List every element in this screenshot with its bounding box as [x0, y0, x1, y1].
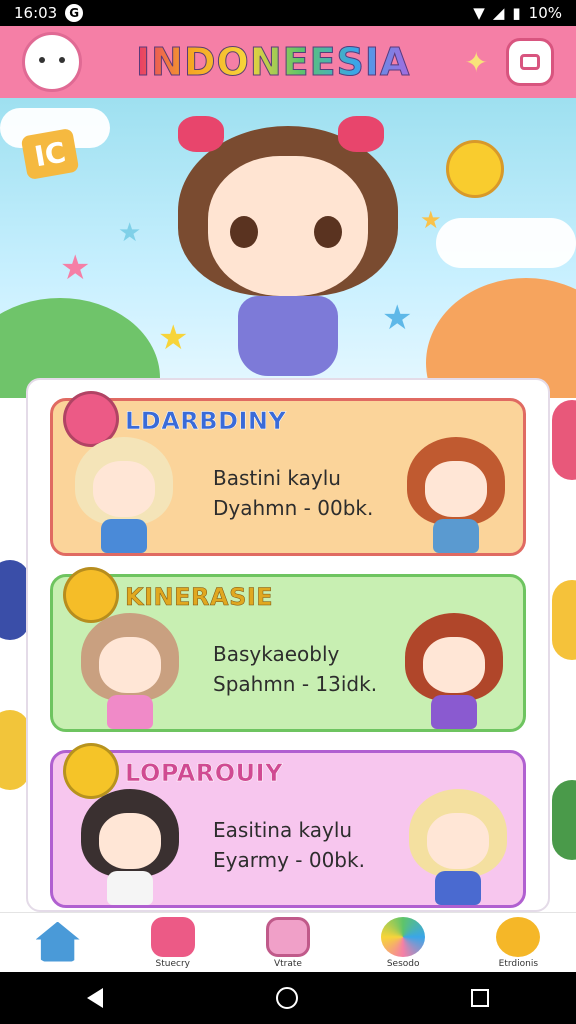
star-icon: ★	[420, 206, 442, 234]
ribbon-icon	[150, 916, 195, 957]
nav-home[interactable]	[8, 921, 108, 964]
status-time: 16:03	[14, 4, 58, 22]
header-actions: ✦	[465, 38, 554, 86]
avatar-clothes	[433, 519, 479, 553]
star-icon: ★	[60, 248, 91, 288]
cloud-icon	[436, 218, 576, 268]
app-title: INDONEESIA	[136, 40, 411, 85]
nav-label: Sesodo	[386, 958, 420, 969]
mascot-eye	[230, 216, 258, 248]
avatar-face	[427, 813, 489, 869]
avatar	[405, 613, 503, 729]
hero-banner: IC ★ ★ ★ ★ ★	[0, 98, 576, 398]
avatar-clothes	[101, 519, 147, 553]
signal-icon: ◢	[492, 4, 505, 22]
home-circle-icon[interactable]	[275, 987, 298, 1009]
avatar-clothes	[107, 695, 153, 729]
side-character-right	[552, 580, 576, 660]
card-line-1: Basykaeobly	[213, 642, 340, 666]
battery-level: 10%	[528, 4, 562, 22]
card-description: Easitina kaylu Eyarmy - 00bk.	[213, 815, 365, 875]
system-navigation-bar	[0, 972, 576, 1024]
avatar-clothes	[431, 695, 477, 729]
app-logo-icon[interactable]	[22, 32, 82, 92]
bow-icon	[338, 116, 384, 152]
recent-apps-icon[interactable]	[471, 989, 490, 1007]
sparkle-icon: ✦	[464, 45, 488, 79]
bear-icon	[496, 916, 541, 957]
tv-icon	[265, 916, 310, 957]
wifi-icon: ▼	[473, 4, 485, 22]
card-title: LDARBDINY	[125, 407, 287, 436]
mascot-body	[238, 296, 338, 376]
nav-label: Stuecry	[155, 958, 191, 969]
card-line-1: Easitina kaylu	[213, 818, 353, 842]
avatar-face	[93, 461, 155, 517]
home-icon	[35, 921, 80, 962]
status-left: 16:03 G	[14, 4, 84, 22]
card-title: LOPAROUIY	[125, 759, 283, 788]
nav-sesodo[interactable]: Sesodo	[353, 916, 453, 969]
avatar-face	[423, 637, 485, 693]
card-description: Bastini kaylu Dyahmn - 00bk.	[213, 463, 373, 523]
nav-label: Etrdionis	[498, 958, 539, 969]
nav-label: Vtrate	[273, 958, 302, 969]
app-header: INDONEESIA ✦	[0, 26, 576, 98]
ic-badge-icon: IC	[20, 127, 80, 181]
bow-icon	[178, 116, 224, 152]
mascot-girl-illustration	[168, 116, 408, 386]
avatar-face	[99, 637, 161, 693]
avatar-face	[425, 461, 487, 517]
status-right: ▼ ◢ ▮ 10%	[473, 4, 562, 22]
card-line-2: Spahmn - 13idk.	[213, 672, 378, 696]
avatar	[75, 437, 173, 553]
character-card[interactable]: KINERASIE Basykaeobly Spahmn - 13idk.	[50, 567, 526, 732]
status-bar: 16:03 G ▼ ◢ ▮ 10%	[0, 0, 576, 26]
menu-icon	[520, 54, 540, 70]
avatar-face	[99, 813, 161, 869]
card-description: Basykaeobly Spahmn - 13idk.	[213, 639, 377, 699]
card-line-2: Eyarmy - 00bk.	[213, 848, 365, 872]
avatar	[81, 789, 179, 905]
card-title: KINERASIE	[125, 583, 274, 612]
character-card[interactable]: LDARBDINY Bastini kaylu Dyahmn - 00bk.	[50, 391, 526, 556]
avatar	[407, 437, 505, 553]
card-line-2: Dyahmn - 00bk.	[213, 496, 374, 520]
back-icon[interactable]	[86, 988, 103, 1008]
card-line-1: Bastini kaylu	[213, 466, 341, 490]
avatar-clothes	[435, 871, 481, 905]
nav-vtrate[interactable]: Vtrate	[238, 916, 338, 969]
fruit-mascot-icon	[446, 140, 504, 198]
nav-stuecry[interactable]: Stuecry	[123, 916, 223, 969]
side-character-right	[552, 400, 576, 480]
side-character-right	[552, 780, 576, 860]
star-icon: ★	[118, 218, 142, 248]
globe-icon	[381, 916, 426, 957]
avatar	[409, 789, 507, 905]
battery-icon: ▮	[512, 4, 521, 22]
character-card[interactable]: LOPAROUIY Easitina kaylu Eyarmy - 00bk.	[50, 743, 526, 908]
mascot-eye	[314, 216, 342, 248]
menu-button[interactable]	[506, 38, 554, 86]
avatar	[81, 613, 179, 729]
bottom-navigation: Stuecry Vtrate Sesodo Etrdionis	[0, 912, 576, 972]
avatar-clothes	[107, 871, 153, 905]
notification-icon: G	[65, 4, 84, 22]
nav-etrdionis[interactable]: Etrdionis	[468, 916, 568, 969]
